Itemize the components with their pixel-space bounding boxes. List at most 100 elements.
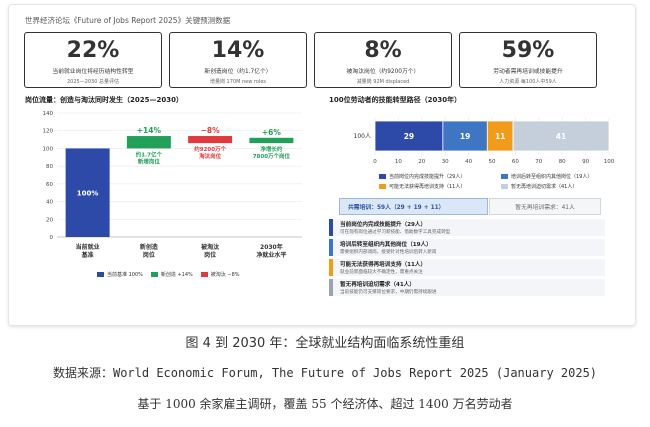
figure-caption: 图 4 到 2030 年：全球就业结构面临系统性重组: [185, 336, 465, 351]
right-chart-legend: 当前岗位内完成技能提升（29人） 培训后转至组织内其他岗位（19人） 可能无法获…: [379, 173, 619, 190]
kpi-label: 被淘汰岗位（约9200万个）: [346, 69, 420, 75]
segment-value-label: 29: [404, 132, 414, 141]
legend-item: 暂无再培训迫切需求（41人）: [501, 183, 619, 190]
legend-label: 当前岗位内完成技能提升（29人）: [389, 174, 466, 180]
kpi-sub: 增量岗 170M new roles: [209, 79, 267, 85]
kpi-value: 59%: [501, 38, 555, 63]
x-tick-label: 50: [489, 159, 496, 165]
kpi-value: 8%: [364, 38, 402, 63]
x-tick-label: 被淘汰岗位: [201, 243, 219, 259]
legend-label: 被淘汰 −8%: [210, 272, 240, 278]
reason-title: 当前岗位内完成技能提升（29人）: [340, 222, 427, 228]
x-tick-label: 10: [395, 159, 402, 165]
x-tick-label: 20: [418, 159, 425, 165]
kpi-label: 劳动者需再培训或技能提升: [493, 69, 563, 75]
y-tick-label: 40: [46, 200, 53, 206]
reason-desc: 需要组织内部调岗，接受针对性培训后转入新岗: [340, 250, 437, 255]
bar: [249, 137, 294, 144]
x-tick-label: 0: [373, 159, 377, 165]
training-needed-summary: 共需培训：59人（29 + 19 + 11）: [339, 198, 488, 215]
x-tick-label: 80: [559, 159, 566, 165]
y-tick-label: 60: [46, 182, 53, 188]
kpi-card-displaced: 8% 被淘汰岗位（约9200万个） 减量岗 92M displaced: [314, 32, 452, 88]
legend-swatch: [379, 184, 386, 189]
legend-swatch: [501, 174, 508, 179]
bar-annotation: 约9200万个淘汰岗位: [194, 145, 226, 160]
legend-item: 当前岗位内完成技能提升（29人）: [379, 173, 501, 180]
legend-swatch: [150, 272, 158, 277]
x-tick-label: 60: [512, 159, 519, 165]
legend-label: 当前基准 100%: [107, 272, 143, 278]
segment-value-label: 19: [460, 132, 470, 141]
bar-annotation: 净增长约 7800万个岗位: [253, 145, 291, 160]
left-chart-legend: 当前基准 100% 新创造 +14% 被淘汰 −8%: [97, 271, 240, 278]
kpi-sub: 减量岗 92M displaced: [356, 79, 410, 85]
kpi-value: 22%: [66, 38, 120, 63]
x-tick-label: 当前就业基准: [76, 243, 100, 259]
reason-title: 培训后转至组织内其他岗位（19人）: [340, 242, 432, 248]
kpi-card-transform: 22% 当前就业岗位将经历结构性转型 2025—2030 总量评估: [24, 32, 162, 88]
kpi-sub: 2025—2030 总量评估: [66, 79, 120, 85]
legend-item: 当前基准 100%: [97, 271, 143, 278]
legend-item: 被淘汰 −8%: [200, 271, 240, 278]
x-tick-label: 90: [582, 159, 589, 165]
bar-value-label: +14%: [137, 126, 162, 135]
legend-label: 培训后转至组织内其他岗位（19人）: [511, 174, 593, 180]
reason-item-redeploy: 培训后转至组织内其他岗位（19人） 需要组织内部调岗，接受针对性培训后转入新岗: [329, 239, 605, 256]
kpi-label: 新创造岗位（约1.7亿个）: [204, 69, 272, 75]
x-tick-label: 100: [604, 159, 615, 165]
reason-desc: 就业前景面临较大不确定性，需重点关注: [340, 270, 423, 275]
y-category-label: 100人: [354, 133, 371, 140]
kpi-sub: 人力资源 每100人中59人: [499, 79, 557, 85]
bar-annotation: 约1.7亿个新增岗位: [136, 150, 163, 165]
y-tick-label: 140: [43, 111, 54, 117]
bar-label: 100%: [77, 190, 99, 198]
y-tick-label: 120: [43, 129, 54, 135]
reason-title: 可能无法获得再培训支持（11人）: [340, 262, 427, 268]
bar: [188, 136, 233, 144]
legend-swatch: [379, 174, 386, 179]
bar-value-label: +6%: [262, 128, 282, 137]
legend-item: 培训后转至组织内其他岗位（19人）: [501, 173, 619, 180]
x-tick-label: 40: [465, 159, 472, 165]
reason-desc: 当前技能仍可支撑岗位要求，中期仍需持续跟进: [340, 290, 437, 295]
segment-value-label: 41: [556, 132, 566, 141]
report-header: 世界经济论坛《Future of Jobs Report 2025》关键预测数据: [25, 16, 231, 25]
y-tick-label: 100: [43, 146, 54, 152]
kpi-card-reskill: 59% 劳动者需再培训或技能提升 人力资源 每100人中59人: [459, 32, 597, 88]
y-tick-label: 20: [46, 217, 53, 223]
reason-item-upskill: 当前岗位内完成技能提升（29人） 可在现有岗位通过学习新技能、借助数字工具完成转…: [329, 219, 605, 236]
legend-label: 新创造 +14%: [160, 272, 193, 278]
kpi-label: 当前就业岗位将经历结构性转型: [52, 69, 134, 75]
bar-value-label: −8%: [201, 126, 221, 135]
reason-title: 暂无再培训迫切需求（41人）: [340, 282, 415, 288]
left-chart-title: 岗位流量：创造与淘汰同时发生（2025—2030）: [25, 96, 183, 104]
legend-swatch: [97, 272, 104, 277]
x-tick-label: 新创造岗位: [140, 243, 158, 259]
bar: [126, 136, 171, 149]
x-tick-label: 30: [442, 159, 449, 165]
x-tick-label: 70: [535, 159, 542, 165]
reason-desc: 可在现有岗位通过学习新技能、借助数字工具完成转型: [340, 230, 451, 235]
no-training-summary: 暂无再培训需求：41人: [489, 198, 601, 215]
y-tick-label: 0: [50, 235, 54, 241]
job-flow-waterfall-chart: 0 20 40 60 80 100 120 140 100% 当前就业基准 +14% 约1.7亿个新增…: [43, 111, 302, 259]
x-tick-label: 2030年净就业水平: [256, 243, 286, 259]
legend-swatch: [501, 184, 508, 189]
right-chart-title: 100位劳动者的技能转型路径（2030年）: [329, 96, 462, 104]
legend-swatch: [200, 272, 208, 277]
figure-note: 基于 1000 余家雇主调研，覆盖 55 个经济体、超过 1400 万名劳动者: [137, 397, 513, 411]
kpi-value: 14%: [211, 38, 265, 63]
y-tick-label: 80: [46, 164, 53, 170]
kpi-card-new-roles: 14% 新创造岗位（约1.7亿个） 增量岗 170M new roles: [169, 32, 307, 88]
figure-source: 数据来源：World Economic Forum, The Future of…: [52, 366, 598, 380]
legend-item: 新创造 +14%: [150, 271, 193, 278]
infographic-card: 世界经济论坛《Future of Jobs Report 2025》关键预测数据…: [8, 4, 636, 326]
reason-item-no-need: 暂无再培训迫切需求（41人） 当前技能仍可支撑岗位要求，中期仍需持续跟进: [329, 279, 605, 296]
segment-value-label: 11: [495, 132, 505, 141]
legend-label: 暂无再培训迫切需求（41人）: [511, 184, 578, 190]
reason-item-at-risk: 可能无法获得再培训支持（11人） 就业前景面临较大不确定性，需重点关注: [329, 259, 605, 276]
legend-label: 可能无法获得再培训支持（11人）: [389, 184, 466, 190]
legend-item: 可能无法获得再培训支持（11人）: [379, 183, 501, 190]
skills-path-stacked-bar: 0 10 20 30 40 50 60 70 80 90 100 100人 29 19 11 41: [354, 117, 615, 165]
